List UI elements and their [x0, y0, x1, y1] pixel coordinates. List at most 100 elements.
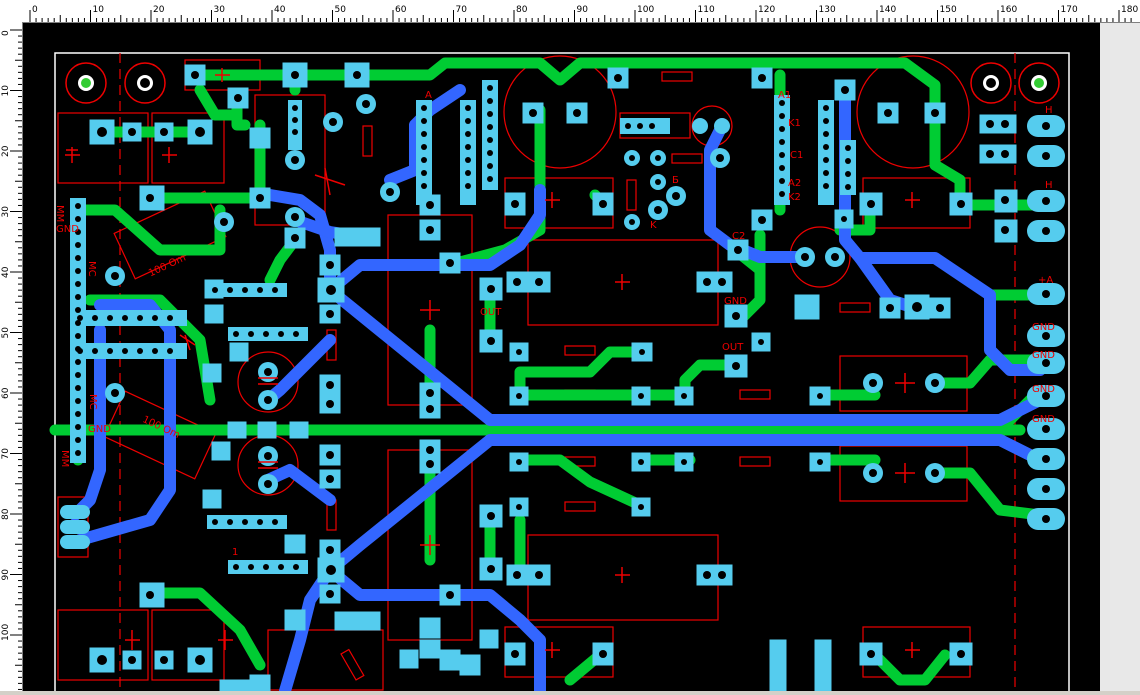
connector-pads[interactable]	[60, 115, 1065, 549]
pin-hole	[263, 331, 269, 337]
pin-hole	[75, 424, 81, 430]
pin-hole	[75, 372, 81, 378]
pin-hole	[465, 157, 471, 163]
label-b: Б	[672, 175, 679, 186]
ruler-label: 130	[819, 5, 836, 15]
pin-hole	[212, 287, 218, 293]
label-gnd-c2: GND	[1032, 350, 1055, 361]
pin-hole	[152, 348, 158, 354]
label-mm2: MM	[59, 450, 70, 467]
pin-hole	[75, 294, 81, 300]
ruler-label: 60	[1, 387, 11, 399]
pin-hole	[137, 315, 143, 321]
pin-hole	[263, 564, 269, 570]
pin-hole	[75, 411, 81, 417]
label-one: 1	[232, 547, 238, 558]
ruler-label: 0	[32, 5, 38, 15]
pin-hole	[779, 126, 785, 132]
pin-hole	[278, 564, 284, 570]
pin-hole	[227, 287, 233, 293]
label-c1: C1	[790, 150, 803, 161]
pin-hole	[92, 348, 98, 354]
ruler-label: 60	[395, 5, 407, 15]
label-h1: H	[1045, 105, 1053, 116]
label-gnd-c4: GND	[1032, 414, 1055, 425]
ruler-label: 100	[637, 5, 654, 15]
pin-hole	[233, 331, 239, 337]
label-h2: H	[1045, 180, 1053, 191]
pin-hole	[152, 315, 158, 321]
ruler-label: 10	[1, 85, 11, 97]
ruler-label: 160	[1000, 5, 1017, 15]
pin-hole	[465, 170, 471, 176]
ruler-label: 140	[879, 5, 896, 15]
pin-hole	[272, 287, 278, 293]
ruler-label: 0	[1, 30, 11, 36]
pin-hole	[421, 105, 427, 111]
label-k2: K2	[788, 192, 801, 203]
label-a2: A2	[788, 178, 801, 189]
pin-hole	[233, 564, 239, 570]
pin-hole	[779, 191, 785, 197]
ruler-label: 30	[1, 206, 11, 218]
label-mm1: MM	[54, 205, 65, 222]
pin-hole	[242, 287, 248, 293]
pin-hole	[75, 255, 81, 261]
label-gnd-c3: GND	[1032, 384, 1055, 395]
pin-hole	[122, 348, 128, 354]
ruler-label: 10	[93, 5, 105, 15]
pin-hole	[75, 385, 81, 391]
pin-hole	[167, 348, 173, 354]
pin-hole	[227, 519, 233, 525]
pin-hole	[248, 564, 254, 570]
ruler-label: 70	[1, 448, 11, 460]
pin-hole	[292, 105, 298, 111]
pin-hole	[75, 268, 81, 274]
label-c2: C2	[732, 231, 745, 242]
label-out1: OUT	[480, 307, 502, 318]
pin-hole	[92, 315, 98, 321]
ruler-label: 170	[1061, 5, 1078, 15]
label-gnd-c1: GND	[1032, 322, 1055, 333]
label-a: A	[425, 90, 432, 101]
pin-hole	[487, 85, 493, 91]
pin-hole	[823, 131, 829, 137]
label-r1: 100 Om	[147, 252, 188, 279]
pin-hole	[75, 359, 81, 365]
pin-hole	[257, 519, 263, 525]
ruler-label: 40	[1, 266, 11, 278]
pin-hole	[823, 183, 829, 189]
pin-hole	[137, 348, 143, 354]
vertical-ruler-scale: 0 10 20 30 40 50 60 70 80 90 100	[1, 29, 22, 690]
pin-hole	[107, 315, 113, 321]
ruler-label: 20	[153, 5, 165, 15]
label-gnd1: GND	[56, 224, 79, 235]
pin-hole	[487, 137, 493, 143]
pin-hole	[823, 144, 829, 150]
label-mc2: MC	[87, 394, 98, 410]
label-out2: OUT	[722, 342, 744, 353]
ruler-label: 70	[456, 5, 468, 15]
pin-hole	[77, 315, 83, 321]
pin-hole	[487, 124, 493, 130]
label-a1: A1	[778, 90, 791, 101]
ruler-label: 110	[698, 5, 715, 15]
pin-hole	[421, 157, 427, 163]
pin-hole	[649, 123, 655, 129]
pin-hole	[167, 315, 173, 321]
pin-hole	[845, 184, 851, 190]
ruler-label: 180	[1121, 5, 1138, 15]
pin-hole	[257, 287, 263, 293]
pin-hole	[292, 117, 298, 123]
ruler-label: 30	[214, 5, 226, 15]
vertical-ruler: 0 10 20 30 40 50 60 70 80 90 100	[0, 22, 23, 691]
pin-hole	[487, 111, 493, 117]
pin-hole	[625, 123, 631, 129]
ruler-label: 40	[274, 5, 286, 15]
pin-hole	[779, 152, 785, 158]
ruler-label: 120	[758, 5, 775, 15]
label-plus-a: +A	[1038, 275, 1053, 286]
pcb-canvas[interactable]: 100 Om 100 Om GND GND GND OUT OUT C2 C1 …	[23, 23, 1100, 695]
pin-hole	[421, 131, 427, 137]
pcb-layout[interactable]: 100 Om 100 Om GND GND GND OUT OUT C2 C1 …	[23, 23, 1100, 695]
